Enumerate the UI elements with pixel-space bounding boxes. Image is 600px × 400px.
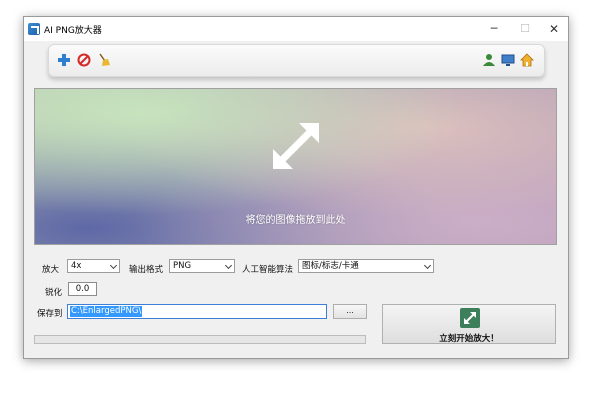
app-window: AI PNG放大器 ─ ☐ ✕ 将您的图像拖放到此处 放大 4x 输出格式 PN… xyxy=(23,16,569,359)
save-path-value: C:\EnlargedPNG\ xyxy=(70,306,143,317)
start-label: 立刻开始放大！ xyxy=(439,334,499,344)
scale-label: 放大 xyxy=(42,265,60,275)
user-icon[interactable] xyxy=(482,53,496,67)
format-select[interactable]: PNG xyxy=(169,259,235,273)
start-enlarge-button[interactable]: 立刻开始放大！ xyxy=(382,304,556,344)
save-to-label: 保存到 xyxy=(37,309,63,319)
drop-hint: 将您的图像拖放到此处 xyxy=(245,215,346,226)
window-title: AI PNG放大器 xyxy=(44,26,102,36)
chevron-down-icon xyxy=(423,261,432,270)
minimize-button[interactable]: ─ xyxy=(483,21,505,37)
close-button[interactable]: ✕ xyxy=(543,21,565,37)
scale-select[interactable]: 4x xyxy=(67,259,120,273)
chevron-down-icon xyxy=(109,261,118,270)
save-path-input[interactable]: C:\EnlargedPNG\ xyxy=(67,304,327,319)
resize-arrows-icon xyxy=(273,123,319,169)
no-entry-icon[interactable] xyxy=(77,53,91,67)
enlarge-icon xyxy=(460,308,480,328)
format-value: PNG xyxy=(173,261,192,271)
plus-icon[interactable] xyxy=(57,53,71,67)
toolbar xyxy=(48,44,545,77)
title-bar[interactable]: AI PNG放大器 ─ ☐ ✕ xyxy=(24,17,568,41)
browse-button[interactable]: ... xyxy=(333,304,367,319)
broom-icon[interactable] xyxy=(97,53,111,67)
scale-value: 4x xyxy=(71,261,82,271)
monitor-icon[interactable] xyxy=(501,53,515,67)
sharpen-input[interactable]: 0.0 xyxy=(68,282,97,296)
sharpen-label: 锐化 xyxy=(45,288,63,298)
format-label: 输出格式 xyxy=(129,265,164,275)
progress-bar xyxy=(34,335,366,344)
image-drop-zone[interactable]: 将您的图像拖放到此处 xyxy=(34,88,557,245)
algorithm-value: 图标/标志/卡通 xyxy=(302,261,359,271)
algorithm-select[interactable]: 图标/标志/卡通 xyxy=(298,259,434,273)
home-icon[interactable] xyxy=(520,53,534,67)
maximize-button[interactable]: ☐ xyxy=(514,21,536,37)
chevron-down-icon xyxy=(224,261,233,270)
app-logo-icon xyxy=(28,23,40,35)
algorithm-label: 人工智能算法 xyxy=(242,265,294,275)
